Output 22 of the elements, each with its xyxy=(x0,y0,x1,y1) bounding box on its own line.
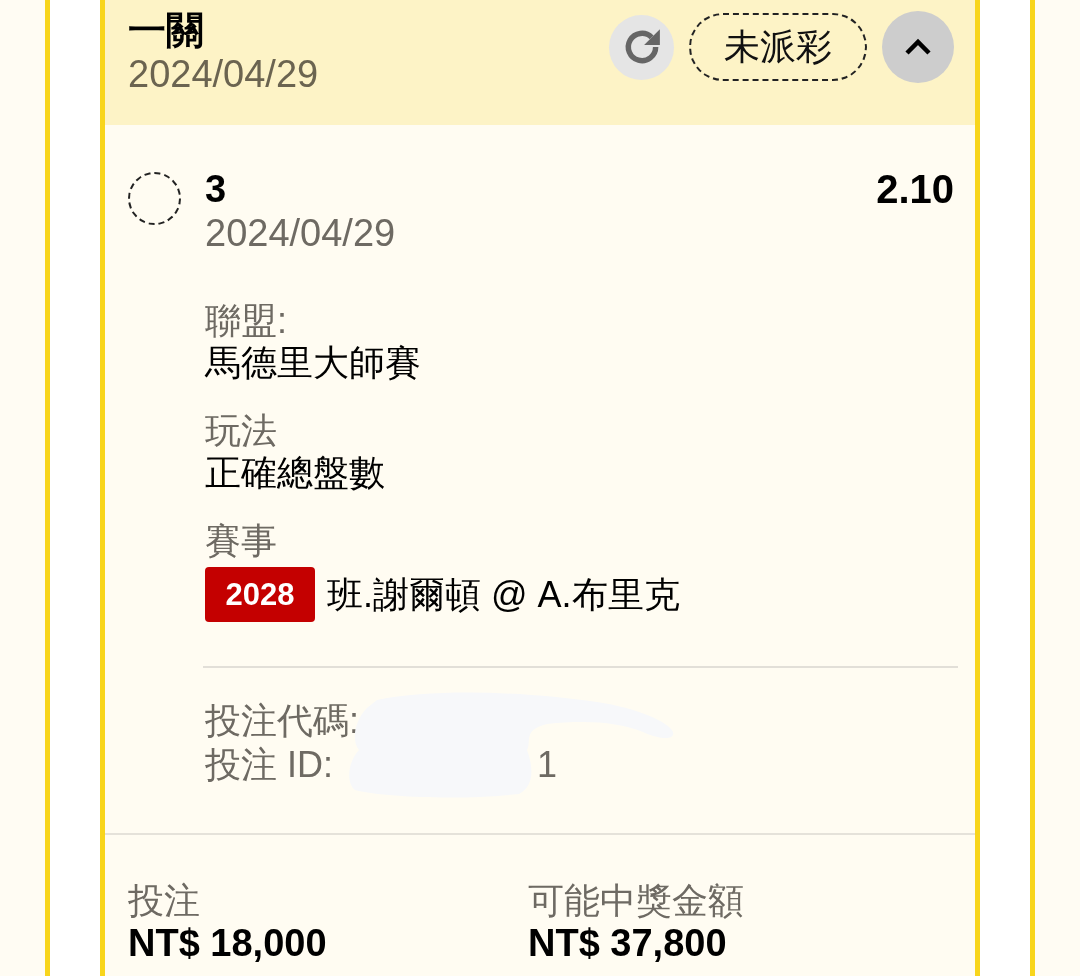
total-amount: NT$ 18,000 xyxy=(128,922,328,964)
event-code-label: 2028 xyxy=(205,567,315,622)
total-amount: NT$ 37,800 xyxy=(528,922,728,964)
selection-date: 2024/04/29 xyxy=(205,211,397,255)
reference-label: 投注 ID: xyxy=(205,743,333,787)
dashed-circle-icon xyxy=(128,172,181,225)
detail-label: 賽事 xyxy=(205,520,278,562)
odds-value: 2.10 xyxy=(876,167,954,211)
bet-date: 2024/04/29 xyxy=(128,52,319,96)
reference-label: 投注代碼: xyxy=(205,699,359,743)
bet-type-title: 一關 xyxy=(128,8,205,52)
detail-label: 玩法 xyxy=(205,410,278,452)
total-label: 可能中獎金額 xyxy=(528,880,745,922)
detail-value: 馬德里大師賽 xyxy=(205,342,422,384)
detail-label: 聯盟: xyxy=(205,300,288,342)
payout-status-tag: 未派彩 xyxy=(689,13,867,81)
total-label: 投注 xyxy=(128,880,201,922)
reference-value: 1 xyxy=(537,743,558,787)
chevron-up-icon xyxy=(904,38,932,56)
detail-value: 正確總盤數 xyxy=(205,452,386,494)
selection-pick: 3 xyxy=(205,167,227,211)
detail-value: 班.謝爾頓 @ A.布里克 xyxy=(327,573,680,616)
